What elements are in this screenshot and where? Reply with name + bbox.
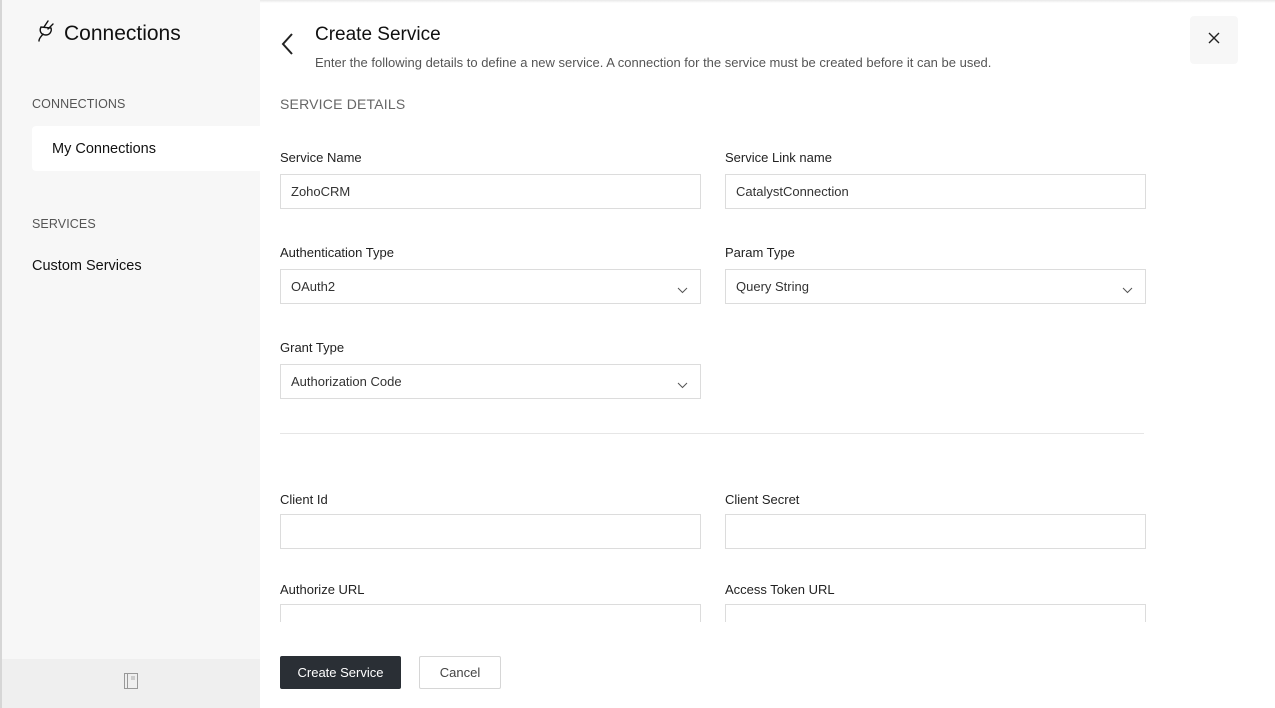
sidebar-footer <box>2 659 260 708</box>
access-token-url-input[interactable] <box>725 604 1146 622</box>
client-secret-label: Client Secret <box>725 492 800 507</box>
client-secret-input[interactable] <box>725 514 1146 549</box>
grant-type-select[interactable]: Authorization Code <box>280 364 701 399</box>
sidebar: Connections CONNECTIONS My Connections S… <box>0 0 262 708</box>
close-button[interactable] <box>1190 16 1238 64</box>
section-label-services: SERVICES <box>32 217 96 231</box>
param-type-select[interactable]: Query String <box>725 269 1146 304</box>
create-service-button[interactable]: Create Service <box>280 656 401 689</box>
sidebar-item-label: My Connections <box>52 140 156 157</box>
service-name-label: Service Name <box>280 150 362 165</box>
authorize-url-input[interactable] <box>280 604 701 622</box>
section-label-connections: CONNECTIONS <box>32 97 126 111</box>
authentication-type-value: OAuth2 <box>291 279 336 294</box>
param-type-label: Param Type <box>725 245 795 260</box>
chevron-down-icon <box>677 377 688 392</box>
client-id-label: Client Id <box>280 492 328 507</box>
close-icon <box>1208 31 1220 49</box>
service-link-name-value: CatalystConnection <box>736 184 849 199</box>
authorize-url-label: Authorize URL <box>280 582 365 597</box>
param-type-value: Query String <box>736 279 809 294</box>
grant-type-value: Authorization Code <box>291 374 402 389</box>
page-title: Create Service <box>315 24 441 45</box>
cancel-button[interactable]: Cancel <box>419 656 501 689</box>
grant-type-label: Grant Type <box>280 340 345 355</box>
access-token-url-label: Access Token URL <box>725 582 835 597</box>
sidebar-item-custom-services[interactable]: Custom Services <box>32 258 142 274</box>
main-panel: Create Service Enter the following detai… <box>260 0 1275 708</box>
page-subtitle: Enter the following details to define a … <box>315 55 992 70</box>
sidebar-brand: Connections <box>36 18 181 49</box>
chevron-down-icon <box>1122 282 1133 297</box>
service-name-input[interactable]: ZohoCRM <box>280 174 701 209</box>
service-name-value: ZohoCRM <box>291 184 351 199</box>
section-divider <box>280 433 1144 434</box>
authentication-type-label: Authentication Type <box>280 245 394 260</box>
plug-icon <box>36 18 56 49</box>
docs-icon[interactable] <box>123 672 139 695</box>
authentication-type-select[interactable]: OAuth2 <box>280 269 701 304</box>
section-title: SERVICE DETAILS <box>280 96 406 112</box>
back-chevron-icon[interactable] <box>280 32 294 61</box>
client-id-input[interactable] <box>280 514 701 549</box>
app-title: Connections <box>64 21 181 45</box>
sidebar-item-my-connections[interactable]: My Connections <box>32 126 262 171</box>
service-link-name-input[interactable]: CatalystConnection <box>725 174 1146 209</box>
service-link-name-label: Service Link name <box>725 150 832 165</box>
chevron-down-icon <box>677 282 688 297</box>
